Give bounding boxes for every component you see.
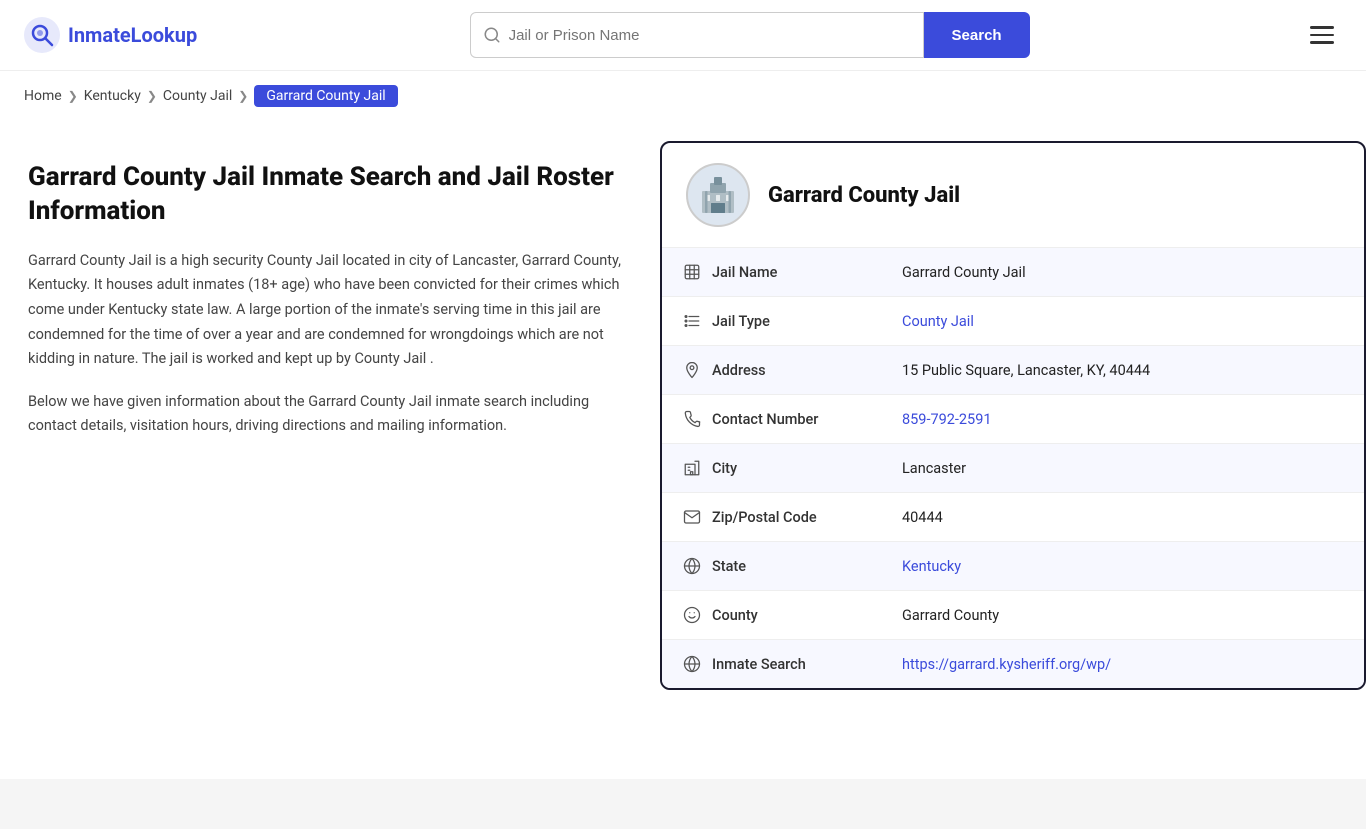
footer-bar xyxy=(0,779,1366,829)
table-row: Zip/Postal Code 40444 xyxy=(662,493,1364,542)
hamburger-menu[interactable] xyxy=(1302,18,1342,52)
row-label-text: Zip/Postal Code xyxy=(712,509,817,526)
row-value-cell[interactable]: Kentucky xyxy=(882,542,1364,591)
row-value-link[interactable]: https://garrard.kysheriff.org/wp/ xyxy=(902,656,1111,673)
table-row: Contact Number 859-792-2591 xyxy=(662,395,1364,444)
row-label-cell: Zip/Postal Code xyxy=(682,507,862,527)
row-value-link[interactable]: 859-792-2591 xyxy=(902,411,992,428)
row-label-text: Inmate Search xyxy=(712,656,806,673)
row-label-text: Contact Number xyxy=(712,411,818,428)
row-label-cell: City xyxy=(682,458,862,478)
row-value-cell: Garrard County xyxy=(882,591,1364,640)
row-label-cell: Contact Number xyxy=(682,409,862,429)
breadcrumb-sep-2: ❯ xyxy=(147,89,157,103)
row-value-cell[interactable]: 859-792-2591 xyxy=(882,395,1364,444)
county-icon xyxy=(682,605,702,625)
row-value-cell: 40444 xyxy=(882,493,1364,542)
table-row: Inmate Search https://garrard.kysheriff.o… xyxy=(662,640,1364,689)
page-title: Garrard County Jail Inmate Search and Ja… xyxy=(28,161,624,229)
row-label-cell: State xyxy=(682,556,862,576)
right-column: Garrard County Jail Jail Name Garrard Cou… xyxy=(660,121,1366,759)
breadcrumb-sep-1: ❯ xyxy=(68,89,78,103)
table-row: City Lancaster xyxy=(662,444,1364,493)
row-label-text: Jail Type xyxy=(712,313,770,330)
row-value-link[interactable]: Kentucky xyxy=(902,558,961,575)
search-input-wrap xyxy=(470,12,924,58)
header: InmateLookup Search xyxy=(0,0,1366,71)
row-label-cell: Address xyxy=(682,360,862,380)
page-desc-2: Below we have given information about th… xyxy=(28,390,624,439)
jail-icon xyxy=(682,262,702,282)
search-globe-icon xyxy=(682,654,702,674)
logo-text: InmateLookup xyxy=(68,23,197,47)
table-row: Jail Name Garrard County Jail xyxy=(662,248,1364,297)
hamburger-line-3 xyxy=(1310,41,1334,44)
main-content: Garrard County Jail Inmate Search and Ja… xyxy=(0,121,1366,759)
phone-icon xyxy=(682,409,702,429)
search-input[interactable] xyxy=(509,27,911,44)
row-label-text: State xyxy=(712,558,746,575)
info-table: Jail Name Garrard County Jail Jail Type Cou… xyxy=(662,248,1364,688)
row-label-text: City xyxy=(712,460,737,477)
search-bar: Search xyxy=(470,12,1030,58)
hamburger-line-2 xyxy=(1310,34,1334,37)
row-label-text: Address xyxy=(712,362,766,379)
row-value-link[interactable]: County Jail xyxy=(902,313,974,330)
hamburger-line-1 xyxy=(1310,26,1334,29)
breadcrumb-sep-3: ❯ xyxy=(238,89,248,103)
search-button[interactable]: Search xyxy=(924,12,1030,58)
row-label-cell: Jail Type xyxy=(682,311,862,331)
facility-building-icon xyxy=(696,173,740,217)
breadcrumb-kentucky[interactable]: Kentucky xyxy=(84,88,141,104)
facility-avatar xyxy=(686,163,750,227)
row-value-cell: Garrard County Jail xyxy=(882,248,1364,297)
card-header: Garrard County Jail xyxy=(662,143,1364,248)
row-value-cell[interactable]: County Jail xyxy=(882,297,1364,346)
row-label-text: County xyxy=(712,607,758,624)
row-value-cell[interactable]: https://garrard.kysheriff.org/wp/ xyxy=(882,640,1364,689)
breadcrumb-active: Garrard County Jail xyxy=(254,85,397,107)
row-value-cell: 15 Public Square, Lancaster, KY, 40444 xyxy=(882,346,1364,395)
row-label-cell: Inmate Search xyxy=(682,654,862,674)
globe-icon xyxy=(682,556,702,576)
row-value-cell: Lancaster xyxy=(882,444,1364,493)
row-label-cell: Jail Name xyxy=(682,262,862,282)
logo[interactable]: InmateLookup xyxy=(24,17,197,53)
table-row: State Kentucky xyxy=(662,542,1364,591)
table-row: Jail Type County Jail xyxy=(662,297,1364,346)
row-label-text: Jail Name xyxy=(712,264,777,281)
table-row: Address 15 Public Square, Lancaster, KY, … xyxy=(662,346,1364,395)
mail-icon xyxy=(682,507,702,527)
info-card: Garrard County Jail Jail Name Garrard Cou… xyxy=(660,141,1366,690)
facility-name: Garrard County Jail xyxy=(768,183,960,208)
list-icon xyxy=(682,311,702,331)
row-label-cell: County xyxy=(682,605,862,625)
search-icon xyxy=(483,26,501,44)
breadcrumb-county-jail[interactable]: County Jail xyxy=(163,88,232,104)
breadcrumb: Home ❯ Kentucky ❯ County Jail ❯ Garrard … xyxy=(0,71,1366,121)
logo-icon xyxy=(24,17,60,53)
pin-icon xyxy=(682,360,702,380)
table-row: County Garrard County xyxy=(662,591,1364,640)
city-icon xyxy=(682,458,702,478)
breadcrumb-home[interactable]: Home xyxy=(24,88,62,104)
left-column: Garrard County Jail Inmate Search and Ja… xyxy=(0,121,660,759)
page-desc-1: Garrard County Jail is a high security C… xyxy=(28,249,624,372)
